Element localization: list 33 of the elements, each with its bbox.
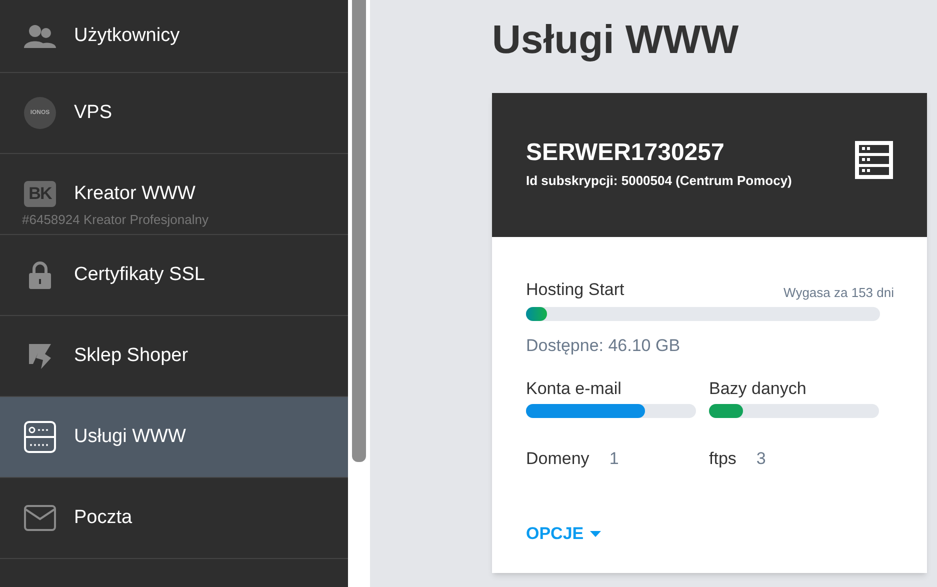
page-title: Usługi WWW [492,17,740,64]
sidebar-item-label: Certyfikaty SSL [74,262,205,287]
server-name: SERWER1730257 [526,139,726,167]
sidebar-item-label: Usługi WWW [74,424,186,449]
server-rack-icon [855,141,893,179]
sidebar-item-subtitle: #6458924 Kreator Profesjonalny [22,211,208,229]
meter-label: Bazy danych [709,378,808,400]
count-value: 3 [756,448,766,470]
expiry-text: Wygasa za 153 dni [784,284,894,302]
subscription-id: Id subskrypcji: 5000504 (Centrum Pomocy) [526,172,792,190]
sidebar-item[interactable]: Użytkownicy [0,0,348,73]
server-icon [24,421,56,453]
scrollbar-thumb[interactable] [352,0,366,462]
sidebar-item-label: VPS [74,100,112,125]
sidebar-item-label: Sklep Shoper [74,344,188,368]
sidebar-item[interactable]: Usługi WWW [0,397,348,478]
count-value: 1 [609,448,619,470]
lock-icon [29,261,51,289]
logo-icon: BK [24,181,56,207]
count-label: ftps [709,448,736,470]
plan-name: Hosting Start [526,279,624,301]
sidebar-item[interactable]: Certyfikaty SSL [0,235,348,316]
available-space: Dostępne: 46.10 GB [526,334,682,356]
sidebar-item-label: Kreator WWW [74,182,196,206]
sidebar-item-label: Poczta [74,506,132,530]
sidebar-item-label: Użytkownicy [74,24,180,48]
shop-logo-icon [27,342,53,370]
envelope-icon [24,505,56,531]
sidebar-item[interactable]: BK Kreator WWW #6458924 Kreator Profesjonalny [0,154,348,235]
caret-icon [590,530,601,537]
meter-label: Konta e-mail [526,378,622,400]
users-icon [24,24,56,48]
count-label: Domeny [526,448,590,470]
